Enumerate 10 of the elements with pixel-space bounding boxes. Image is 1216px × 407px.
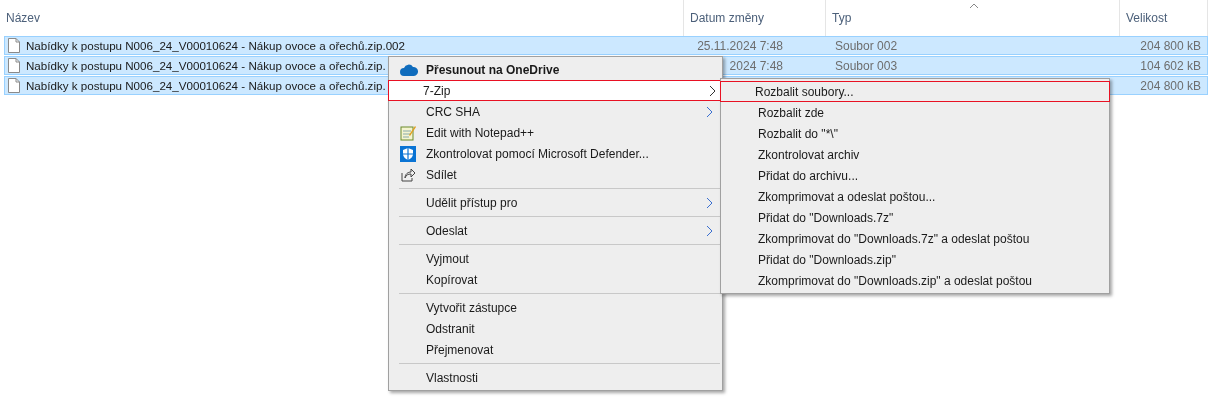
file-name: Nabídky k postupu N006_24_V00010624 - Nákup ovoce a ořechů.zip.002 [26, 39, 405, 52]
date-modified: 25.11.2024 7:48 [696, 38, 783, 53]
file-size: 104 602 kB [1139, 58, 1202, 73]
file-size: 204 800 kB [1139, 78, 1202, 93]
file-size: 204 800 kB [1139, 38, 1202, 53]
file-type: Soubor 003 [834, 58, 898, 73]
file-name: Nabídky k postupu N006_24_V00010624 - Nákup ovoce a ořechů.zip. [26, 79, 386, 92]
file-name: Nabídky k postupu N006_24_V00010624 - Nákup ovoce a ořechů.zip. [26, 59, 386, 72]
file-type: Soubor 002 [834, 38, 898, 53]
date-modified: 2024 7:48 [728, 58, 783, 73]
